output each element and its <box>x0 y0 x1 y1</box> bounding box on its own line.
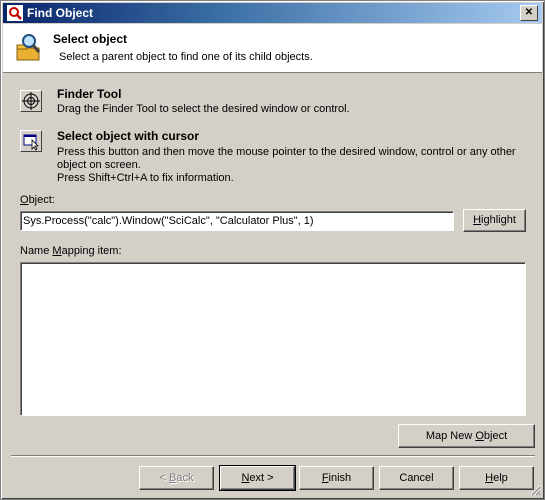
object-label: Object: <box>20 194 55 206</box>
map-new-object-button[interactable]: Map New Object <box>398 424 535 448</box>
name-mapping-field[interactable] <box>20 262 526 416</box>
back-button[interactable]: < Back <box>139 466 214 490</box>
cursor-option-desc-1: Press this button and then move the mous… <box>57 146 516 158</box>
title-bar[interactable]: Find Object ✕ <box>3 3 542 23</box>
cursor-option-title: Select object with cursor <box>57 129 200 143</box>
window-title: Find Object <box>27 6 93 20</box>
help-button[interactable]: Help <box>459 466 534 490</box>
header-title: Select object <box>53 32 128 46</box>
object-field[interactable] <box>20 211 454 231</box>
finder-tool-title: Finder Tool <box>57 87 122 101</box>
app-icon <box>7 5 23 21</box>
cursor-option-desc-3: Press Shift+Ctrl+A to fix information. <box>57 172 234 184</box>
header-subtitle: Select a parent object to find one of it… <box>59 51 313 63</box>
finder-tool-desc: Drag the Finder Tool to select the desir… <box>57 103 350 115</box>
magnifier-folder-icon <box>16 34 41 61</box>
close-button[interactable]: ✕ <box>520 5 538 21</box>
crosshair-target-icon <box>22 92 40 110</box>
name-mapping-label: Name Mapping item: <box>20 245 122 257</box>
close-icon: ✕ <box>524 7 534 18</box>
wizard-header: Select object Select a parent object to … <box>3 24 542 73</box>
finder-tool[interactable] <box>20 90 42 112</box>
highlight-button[interactable]: Highlight <box>463 209 526 232</box>
finish-button[interactable]: Finish <box>299 466 374 490</box>
cursor-option-desc-2: object on screen. <box>57 159 141 171</box>
resize-grip-icon[interactable] <box>529 484 541 496</box>
find-object-dialog: Find Object ✕ Select object Select a par… <box>0 0 545 500</box>
cancel-button[interactable]: Cancel <box>379 466 454 490</box>
select-with-cursor-button[interactable] <box>20 130 42 152</box>
cursor-select-icon <box>23 134 39 151</box>
next-button[interactable]: Next > <box>219 465 296 491</box>
footer-separator <box>11 455 535 457</box>
